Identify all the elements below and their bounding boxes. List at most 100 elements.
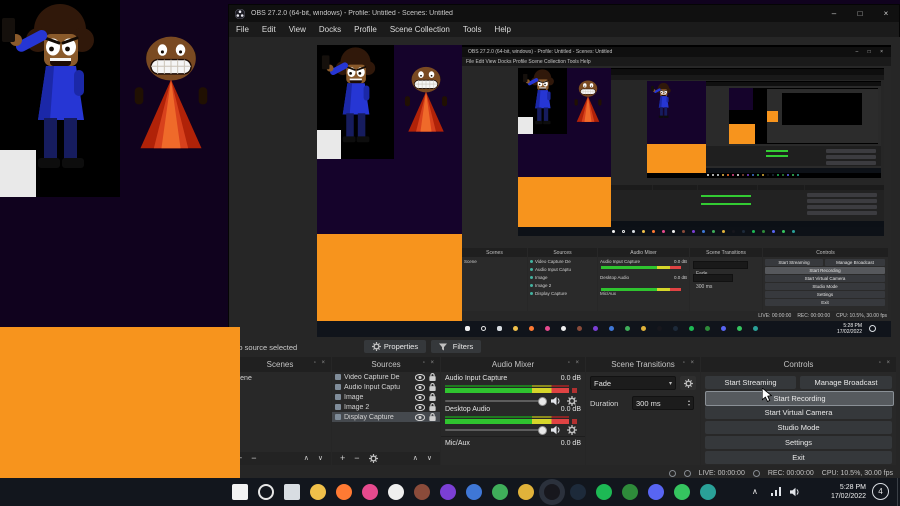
- menu-docks[interactable]: Docks: [319, 25, 341, 34]
- menu-help[interactable]: Help: [495, 25, 511, 34]
- move-source-down-icon[interactable]: ∨: [427, 452, 432, 465]
- volume-slider[interactable]: [445, 429, 545, 431]
- steam-icon[interactable]: [570, 484, 586, 500]
- notepad-icon[interactable]: [232, 484, 248, 500]
- recursive-window-title: OBS 27.2.0 (64-bit, windows) - Profile: …: [468, 49, 613, 55]
- app-blue-icon: [752, 174, 754, 176]
- task-view-icon[interactable]: [284, 484, 300, 500]
- menu-scene-collection[interactable]: Scene Collection: [390, 25, 450, 34]
- menu-view[interactable]: View: [289, 25, 306, 34]
- add-source-icon[interactable]: +: [340, 452, 345, 465]
- mixer-header[interactable]: Audio Mixer ▫ ×: [441, 357, 585, 372]
- sources-header[interactable]: Sources ▫ ×: [332, 357, 440, 372]
- move-source-up-icon[interactable]: ∧: [413, 452, 418, 465]
- clip-indicator: [572, 388, 577, 393]
- task-view-icon: [497, 326, 502, 331]
- transition-select[interactable]: Fade ▾: [590, 376, 676, 390]
- settings-button[interactable]: Settings: [705, 436, 892, 449]
- filters-button[interactable]: Filters: [431, 340, 481, 353]
- minimize-button[interactable]: –: [821, 5, 847, 22]
- source-row[interactable]: Image: [332, 392, 440, 402]
- tray-expand-icon[interactable]: ∧: [752, 487, 758, 496]
- volume-icon[interactable]: [790, 487, 801, 497]
- start-streaming-button[interactable]: Start Streaming: [705, 376, 796, 389]
- file-explorer-icon[interactable]: [310, 484, 326, 500]
- transition-properties-button[interactable]: [680, 376, 696, 390]
- orange-game-window[interactable]: [0, 327, 240, 478]
- dock-options-icon[interactable]: ▫ ×: [568, 360, 581, 366]
- maximize-button[interactable]: □: [847, 5, 873, 22]
- menu-file[interactable]: File: [236, 25, 249, 34]
- krita-icon[interactable]: [388, 484, 404, 500]
- source-row[interactable]: Video Capture De: [332, 372, 440, 382]
- eye-icon[interactable]: [415, 413, 425, 421]
- app-gold-icon[interactable]: [518, 484, 534, 500]
- music-app-icon[interactable]: [362, 484, 378, 500]
- manage-broadcast-button[interactable]: Manage Broadcast: [800, 376, 892, 389]
- spotify-icon[interactable]: [596, 484, 612, 500]
- source-row-selected[interactable]: Display Capture: [332, 412, 440, 422]
- dock-options-icon[interactable]: ▫ ×: [683, 360, 696, 366]
- lock-icon[interactable]: [428, 412, 437, 422]
- mixer-channel-name: Audio Input Capture: [445, 375, 508, 382]
- lock-icon[interactable]: [428, 372, 437, 382]
- menu-tools[interactable]: Tools: [463, 25, 482, 34]
- search-icon[interactable]: [258, 484, 274, 500]
- game-purple-icon[interactable]: [440, 484, 456, 500]
- eye-icon[interactable]: [415, 403, 425, 411]
- app-green-icon[interactable]: [492, 484, 508, 500]
- notification-badge[interactable]: 4: [872, 483, 889, 500]
- discord-icon[interactable]: [648, 484, 664, 500]
- remove-source-icon[interactable]: −: [354, 452, 359, 465]
- dock-options-icon[interactable]: ▫ ×: [314, 360, 327, 366]
- taskbar-clock[interactable]: 5:28 PM 17/02/2022: [814, 483, 866, 501]
- close-button[interactable]: ×: [873, 5, 899, 22]
- volume-slider-handle[interactable]: [538, 426, 547, 435]
- spin-down-icon[interactable]: ▾: [688, 403, 690, 407]
- scenes-header[interactable]: Scenes ▫ ×: [229, 357, 331, 372]
- move-scene-down-icon[interactable]: ∨: [318, 452, 323, 465]
- volume-slider[interactable]: [445, 400, 545, 402]
- channel-settings-gear-icon[interactable]: [567, 425, 577, 435]
- source-row[interactable]: Audio Input Captu: [332, 382, 440, 392]
- lock-icon[interactable]: [428, 402, 437, 412]
- mixer-channel-db: 0.0 dB: [560, 440, 581, 447]
- start-virtual-camera-button[interactable]: Start Virtual Camera: [705, 406, 892, 419]
- eye-icon[interactable]: [415, 383, 425, 391]
- network-icon[interactable]: [770, 487, 782, 497]
- firefox-icon: [652, 230, 655, 233]
- whatsapp-icon[interactable]: [674, 484, 690, 500]
- app-teal-icon[interactable]: [700, 484, 716, 500]
- studio-mode-button[interactable]: Studio Mode: [705, 421, 892, 434]
- dock-options-icon[interactable]: ▫ ×: [879, 360, 892, 366]
- menu-edit[interactable]: Edit: [262, 25, 276, 34]
- duration-spinner[interactable]: 300 ms ▴ ▾: [632, 396, 694, 410]
- menu-profile[interactable]: Profile: [354, 25, 377, 34]
- start-recording-button[interactable]: Start Recording: [705, 391, 894, 406]
- transitions-header[interactable]: Scene Transitions ▫ ×: [586, 357, 700, 372]
- eye-icon[interactable]: [415, 393, 425, 401]
- firefox-icon[interactable]: [336, 484, 352, 500]
- move-scene-up-icon[interactable]: ∧: [304, 452, 309, 465]
- sharex-icon: [782, 174, 784, 176]
- remove-scene-icon[interactable]: −: [251, 452, 256, 465]
- lock-icon[interactable]: [428, 392, 437, 402]
- app-blue-icon[interactable]: [466, 484, 482, 500]
- scene-list-item[interactable]: Scene: [229, 372, 331, 384]
- eye-icon[interactable]: [415, 373, 425, 381]
- exit-button[interactable]: Exit: [705, 451, 892, 464]
- preview-canvas[interactable]: OBS 27.2.0 (64-bit, windows) - Profile: …: [317, 45, 891, 337]
- sharex-icon[interactable]: [622, 484, 638, 500]
- krita-icon: [672, 230, 675, 233]
- lock-icon[interactable]: [428, 382, 437, 392]
- title-bar[interactable]: OBS 27.2.0 (64-bit, windows) - Profile: …: [229, 5, 899, 22]
- app-brown-icon[interactable]: [414, 484, 430, 500]
- obs-studio-icon[interactable]: [544, 484, 560, 500]
- dock-options-icon[interactable]: ▫ ×: [423, 360, 436, 366]
- source-properties-gear-icon[interactable]: [368, 454, 378, 463]
- controls-header[interactable]: Controls ▫ ×: [701, 357, 896, 372]
- properties-button[interactable]: Properties: [364, 340, 426, 353]
- show-desktop-divider[interactable]: [897, 478, 898, 506]
- source-row[interactable]: Image 2: [332, 402, 440, 412]
- speaker-icon[interactable]: [551, 425, 562, 435]
